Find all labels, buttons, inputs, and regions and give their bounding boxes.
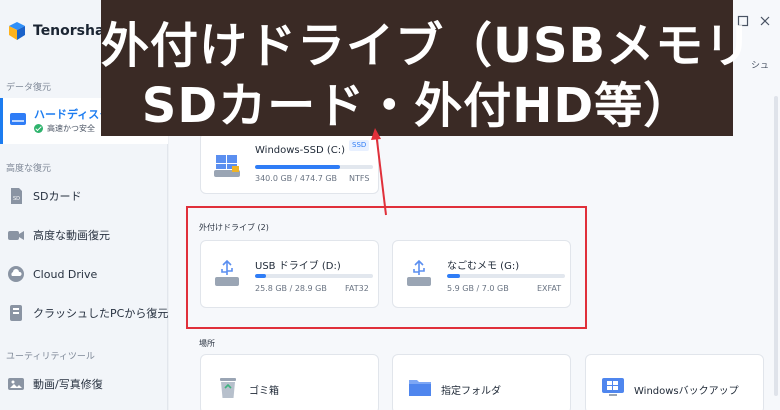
section-advanced-recovery: 高度な復元 xyxy=(6,164,52,174)
location-card-recycle-bin[interactable]: ゴミ箱 xyxy=(200,354,379,410)
sd-card-icon: SD xyxy=(6,186,26,206)
sidebar-item-label: クラッシュしたPCから復元 xyxy=(33,307,169,320)
partial-label: シュ xyxy=(751,61,770,71)
ssd-badge: SSD xyxy=(349,140,370,151)
sidebar-item-label: SDカード xyxy=(33,190,82,203)
crashed-pc-icon xyxy=(6,303,26,323)
windows-drive-icon xyxy=(213,147,241,179)
recycle-bin-icon xyxy=(215,375,241,399)
location-card-windows-backup[interactable]: Windowsバックアップ xyxy=(585,354,764,410)
video-camera-icon xyxy=(6,225,26,245)
locations-label: 場所 xyxy=(199,339,215,348)
subtitle-text: 高速かつ安全 xyxy=(47,124,95,133)
windows-backup-icon xyxy=(600,375,626,399)
drive-filesystem: NTFS xyxy=(349,174,370,183)
location-card-folder[interactable]: 指定フォルダ xyxy=(392,354,571,410)
drive-usage-fill xyxy=(255,165,340,169)
sidebar-item-sd-card[interactable]: SD SDカード xyxy=(0,178,168,214)
photo-repair-icon xyxy=(6,374,26,394)
sidebar-item-cloud-drive[interactable]: Cloud Drive xyxy=(0,256,168,292)
drive-usage-bar xyxy=(255,165,373,169)
drive-size: 340.0 GB / 474.7 GB xyxy=(255,174,338,183)
svg-text:SD: SD xyxy=(13,196,20,202)
external-drives-highlight xyxy=(186,206,587,329)
sidebar-item-label: ハードディスク xyxy=(34,108,111,121)
sidebar-item-crashed-pc[interactable]: クラッシュしたPCから復元 xyxy=(0,295,168,331)
drive-name: Windows-SSD (C:) xyxy=(255,145,345,156)
close-icon[interactable] xyxy=(759,12,771,26)
cloud-icon xyxy=(6,264,26,284)
sidebar-item-video-recovery[interactable]: 高度な動画復元 xyxy=(0,217,168,253)
banner-line-2: SDカード・外付HD等） xyxy=(141,78,693,134)
section-utility-tools: ユーティリティツール xyxy=(6,352,95,362)
scrollbar[interactable] xyxy=(774,96,778,396)
annotation-banner: 外付けドライブ（USBメモリ SDカード・外付HD等） xyxy=(101,0,752,136)
sidebar-item-label: Cloud Drive xyxy=(33,267,98,281)
sidebar-item-label: 動画/写真修復 xyxy=(33,378,103,391)
location-name: 指定フォルダ xyxy=(441,386,501,397)
check-shield-icon xyxy=(34,124,43,133)
sidebar-item-label: 高度な動画復元 xyxy=(33,229,110,242)
hard-disk-icon xyxy=(8,109,28,129)
hard-disk-subtitle: 高速かつ安全 xyxy=(34,123,95,134)
location-name: Windowsバックアップ xyxy=(634,386,739,397)
sidebar-item-photo-repair[interactable]: 動画/写真修復 xyxy=(0,366,168,402)
active-indicator xyxy=(0,98,3,144)
section-data-recovery: データ復元 xyxy=(6,83,52,93)
folder-icon xyxy=(407,375,433,399)
tenorshare-logo-icon xyxy=(6,20,28,42)
drive-card-windows-ssd[interactable]: Windows-SSD (C:) SSD 340.0 GB / 474.7 GB… xyxy=(200,132,379,194)
location-name: ゴミ箱 xyxy=(249,386,279,397)
